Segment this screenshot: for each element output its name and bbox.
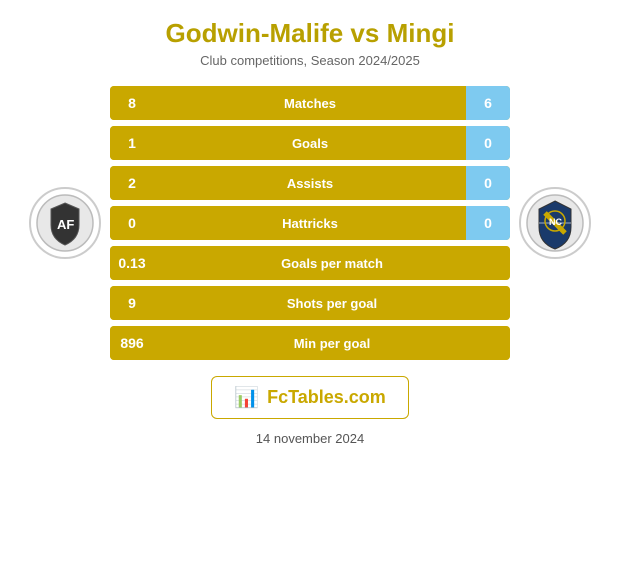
watermark: 📊 FcTables.com [211,376,409,419]
stat-left-value: 896 [110,326,154,360]
stat-left-value: 1 [110,126,154,160]
stat-label: Min per goal [154,326,510,360]
right-logo-circle: NC [519,187,591,259]
stat-right-value: 0 [466,126,510,160]
stats-section: 8Matches61Goals02Assists00Hattricks00.13… [110,86,510,360]
stat-label: Assists [154,166,466,200]
stat-row: 9Shots per goal [110,286,510,320]
stat-right-value: 0 [466,206,510,240]
match-subtitle: Club competitions, Season 2024/2025 [200,53,420,68]
stat-left-value: 0.13 [110,246,154,280]
stat-label: Hattricks [154,206,466,240]
content-area: AF 8Matches61Goals02Assists00Hattricks00… [20,86,600,360]
watermark-text: FcTables.com [267,387,386,408]
stat-left-value: 8 [110,86,154,120]
main-container: Godwin-Malife vs Mingi Club competitions… [0,0,620,580]
stat-left-value: 0 [110,206,154,240]
left-logo-circle: AF [29,187,101,259]
stat-label: Goals [154,126,466,160]
stat-label: Goals per match [154,246,510,280]
stat-label: Matches [154,86,466,120]
right-club-logo: NC [510,187,600,259]
stat-right-value: 6 [466,86,510,120]
stat-left-value: 2 [110,166,154,200]
stat-row: 2Assists0 [110,166,510,200]
left-club-logo: AF [20,187,110,259]
match-title: Godwin-Malife vs Mingi [166,18,455,49]
stat-label: Shots per goal [154,286,510,320]
stat-row: 8Matches6 [110,86,510,120]
stat-row: 1Goals0 [110,126,510,160]
watermark-icon: 📊 [234,385,259,410]
stat-row: 0Hattricks0 [110,206,510,240]
stat-left-value: 9 [110,286,154,320]
svg-text:AF: AF [57,217,74,232]
svg-text:NC: NC [549,217,562,227]
stat-row: 0.13Goals per match [110,246,510,280]
stat-right-value: 0 [466,166,510,200]
stat-row: 896Min per goal [110,326,510,360]
footer-date: 14 november 2024 [256,431,364,446]
